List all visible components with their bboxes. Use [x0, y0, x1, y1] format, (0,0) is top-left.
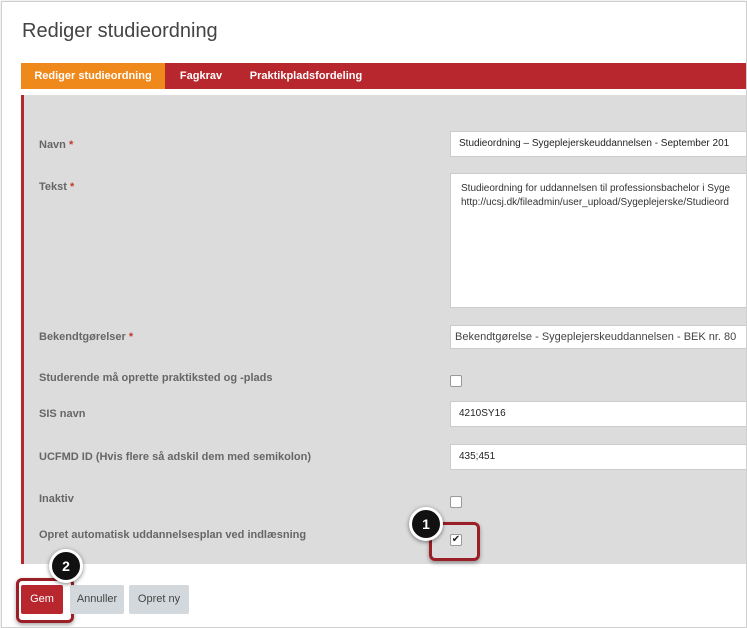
bekendtgorelser-select[interactable]: Bekendtgørelse - Sygeplejerskeuddannelse…	[450, 325, 746, 349]
praktiksted-label: Studerende må oprette praktiksted og -pl…	[39, 372, 273, 384]
navn-input[interactable]: Studieordning – Sygeplejerskeuddannelsen…	[450, 131, 746, 157]
inaktiv-checkbox[interactable]	[450, 496, 462, 508]
tab-bar: Rediger studieordning Fagkrav Praktikpla…	[21, 63, 746, 89]
required-mark: *	[68, 139, 74, 151]
required-mark: *	[69, 181, 75, 193]
sis-navn-label: SIS navn	[39, 408, 86, 420]
callout-2-badge: 2	[49, 549, 83, 583]
tab-rediger-studieordning[interactable]: Rediger studieordning	[21, 63, 165, 89]
ucfmd-id-input[interactable]: 435;451	[450, 444, 746, 470]
tekst-label: Tekst *	[39, 181, 74, 193]
tekst-textarea[interactable]: Studieordning for uddannelsen til profes…	[450, 173, 746, 308]
auto-plan-label: Opret automatisk uddannelsesplan ved ind…	[39, 529, 307, 541]
callout-1-badge: 1	[409, 507, 443, 541]
ucfmd-id-label: UCFMD ID (Hvis flere så adskil dem med s…	[39, 451, 312, 463]
navn-label: Navn *	[39, 139, 73, 151]
tekst-line-2: http://ucsj.dk/fileadmin/user_upload/Syg…	[461, 197, 729, 208]
create-new-button[interactable]: Opret ny	[129, 585, 189, 614]
praktiksted-checkbox[interactable]	[450, 375, 462, 387]
tab-praktikpladsfordeling[interactable]: Praktikpladsfordeling	[243, 63, 369, 89]
window-frame: Rediger studieordning Rediger studieordn…	[1, 1, 747, 628]
navn-label-text: Navn	[39, 139, 66, 151]
cancel-button[interactable]: Annuller	[70, 585, 124, 614]
tekst-line-1: Studieordning for uddannelsen til profes…	[461, 183, 731, 194]
sis-navn-input[interactable]: 4210SY16	[450, 401, 746, 427]
tekst-label-text: Tekst	[39, 181, 67, 193]
page-title: Rediger studieordning	[22, 20, 218, 42]
bekendtgorelser-label: Bekendtgørelser *	[39, 331, 133, 343]
save-button[interactable]: Gem	[21, 585, 63, 614]
inaktiv-label: Inaktiv	[39, 493, 74, 505]
tab-fagkrav[interactable]: Fagkrav	[171, 63, 231, 89]
form-panel: Navn * Studieordning – Sygeplejerskeudda…	[21, 95, 746, 564]
required-mark: *	[128, 331, 134, 343]
bekendtgorelser-label-text: Bekendtgørelser	[39, 331, 126, 343]
